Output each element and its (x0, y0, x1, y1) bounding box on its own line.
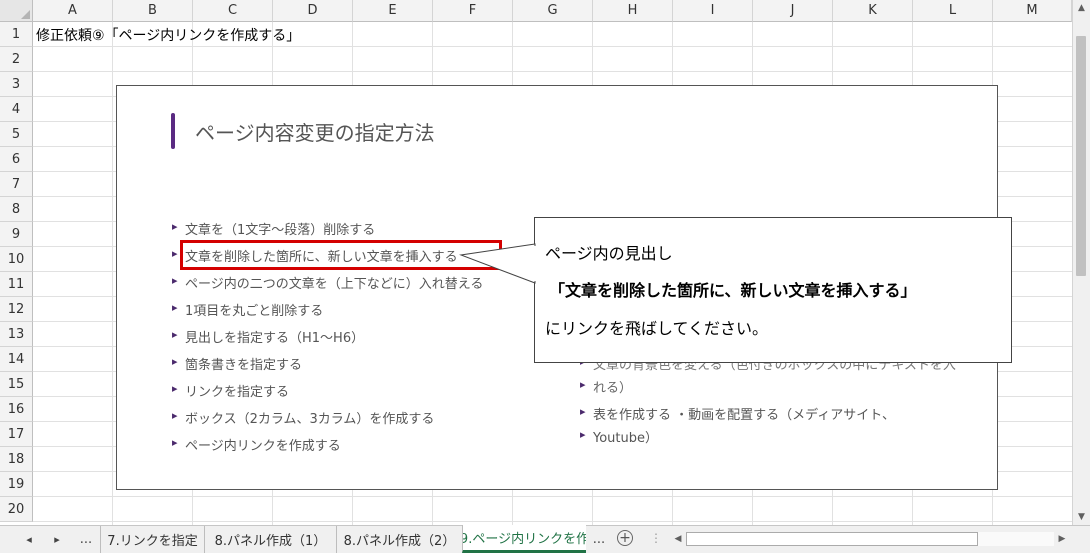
list-item: ページ内リンクを作成する (172, 435, 341, 454)
tab-overflow-right[interactable]: ... (587, 526, 611, 553)
select-all-icon (21, 10, 30, 19)
tab-overflow-left[interactable]: ... (74, 526, 98, 553)
list-item-continued: Youtube） (580, 427, 658, 446)
tab-sheet-8-1[interactable]: 8.パネル作成（1） (204, 526, 336, 553)
horizontal-scrollbar[interactable]: ◀ ▶ (670, 530, 1070, 548)
column-header-f[interactable]: F (433, 0, 513, 22)
scroll-left-icon[interactable]: ◀ (670, 530, 686, 548)
title-accent-bar (171, 113, 175, 149)
column-header-g[interactable]: G (513, 0, 593, 22)
row-header-16[interactable]: 16 (0, 397, 33, 422)
row-header-19[interactable]: 19 (0, 472, 33, 497)
column-header-b[interactable]: B (113, 0, 193, 22)
row-header-17[interactable]: 17 (0, 422, 33, 447)
list-item-continued: れる） (580, 377, 632, 396)
list-item: ページ内の二つの文章を（上下などに）入れ替える (172, 273, 483, 292)
row-header-12[interactable]: 12 (0, 297, 33, 322)
list-item: 文章を（1文字～段落）削除する (172, 219, 375, 238)
sheet-tab-bar: ◂ ▸ ... 7.リンクを指定 8.パネル作成（1） 8.パネル作成（2） 9… (0, 525, 1090, 553)
column-header-l[interactable]: L (913, 0, 993, 22)
list-item: 箇条書きを指定する (172, 354, 302, 373)
row-header-3[interactable]: 3 (0, 72, 33, 97)
tab-scroll-left-icon[interactable]: ◂ (18, 526, 40, 553)
scroll-up-icon[interactable]: ▲ (1073, 0, 1090, 16)
select-all-corner[interactable] (0, 0, 33, 22)
column-header-h[interactable]: H (593, 0, 673, 22)
row-header-7[interactable]: 7 (0, 172, 33, 197)
slide-title: ページ内容変更の指定方法 (195, 121, 435, 145)
list-item: リンクを指定する (172, 381, 289, 400)
scroll-down-icon[interactable]: ▼ (1073, 509, 1090, 525)
callout-note[interactable]: ページ内の見出し 「文章を削除した箇所に、新しい文章を挿入する」 にリンクを飛ば… (534, 217, 1012, 363)
splitter-handle-icon[interactable]: ⋮ (650, 531, 662, 545)
callout-line-1: ページ内の見出し (545, 244, 673, 263)
row-header-1[interactable]: 1 (0, 22, 33, 47)
row-header-15[interactable]: 15 (0, 372, 33, 397)
gridline (33, 71, 1072, 72)
column-header-a[interactable]: A (33, 0, 113, 22)
row-header-18[interactable]: 18 (0, 447, 33, 472)
highlight-box (180, 240, 502, 270)
vertical-scrollbar[interactable]: ▲ ▼ (1072, 0, 1090, 525)
gridline (112, 22, 113, 525)
row-header-13[interactable]: 13 (0, 322, 33, 347)
column-header-k[interactable]: K (833, 0, 913, 22)
scroll-thumb-horizontal[interactable] (686, 532, 978, 546)
tab-scroll-right-icon[interactable]: ▸ (46, 526, 68, 553)
scroll-thumb[interactable] (1076, 36, 1086, 276)
row-header-5[interactable]: 5 (0, 122, 33, 147)
column-header-e[interactable]: E (353, 0, 433, 22)
row-header-14[interactable]: 14 (0, 347, 33, 372)
row-header-4[interactable]: 4 (0, 97, 33, 122)
list-item: ボックス（2カラム、3カラム）を作成する (172, 408, 434, 427)
scroll-right-icon[interactable]: ▶ (1054, 530, 1070, 548)
tab-sheet-9-active[interactable]: 9.ページ内リンクを作 (462, 525, 586, 553)
row-header-11[interactable]: 11 (0, 272, 33, 297)
row-header-9[interactable]: 9 (0, 222, 33, 247)
callout-line-2: 「文章を削除した箇所に、新しい文章を挿入する」 (549, 281, 917, 300)
row-header-6[interactable]: 6 (0, 147, 33, 172)
add-sheet-icon[interactable]: + (617, 530, 633, 546)
row-header-10[interactable]: 10 (0, 247, 33, 272)
list-item: 見出しを指定する（H1～H6） (172, 327, 364, 346)
column-header-d[interactable]: D (273, 0, 353, 22)
tab-sheet-7[interactable]: 7.リンクを指定 (100, 526, 204, 553)
column-header-i[interactable]: I (673, 0, 753, 22)
callout-line-3: にリンクを飛ばしてください。 (545, 319, 769, 338)
list-item: 表を作成する ・動画を配置する（メディアサイト、 (580, 404, 895, 423)
list-item: 1項目を丸ごと削除する (172, 300, 323, 319)
spreadsheet-grid: A B C D E F G H I J K L M 1 2 3 4 5 6 7 … (0, 0, 1072, 525)
column-header-m[interactable]: M (993, 0, 1072, 22)
row-header-20[interactable]: 20 (0, 497, 33, 522)
column-header-j[interactable]: J (753, 0, 833, 22)
tab-sheet-8-2[interactable]: 8.パネル作成（2） (336, 526, 462, 553)
column-header-c[interactable]: C (193, 0, 273, 22)
row-header-8[interactable]: 8 (0, 197, 33, 222)
gridline (33, 521, 1072, 522)
cell-a1[interactable]: 修正依頼⑨「ページ内リンクを作成する」 (36, 25, 300, 45)
gridline (33, 46, 1072, 47)
gridline (33, 496, 1072, 497)
row-header-2[interactable]: 2 (0, 47, 33, 72)
